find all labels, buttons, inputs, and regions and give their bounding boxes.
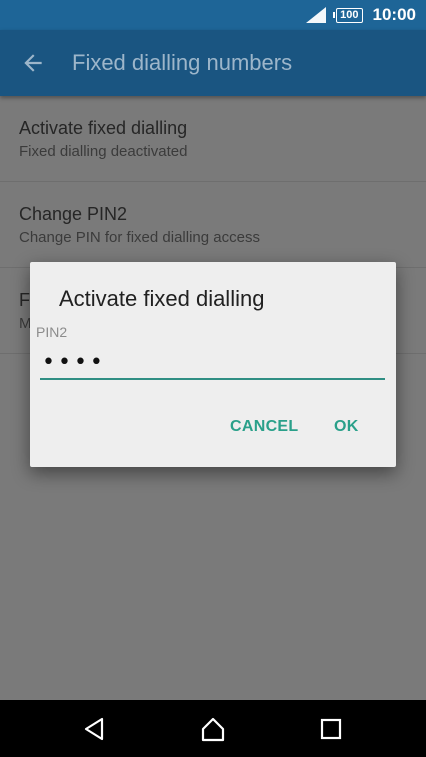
app-bar: Fixed dialling numbers xyxy=(0,30,426,96)
arrow-left-icon[interactable] xyxy=(20,50,46,76)
list-item-title: Change PIN2 xyxy=(19,204,128,224)
nav-recent-apps-icon[interactable] xyxy=(318,716,344,742)
battery-icon: 100 xyxy=(333,7,363,23)
list-item-activate-fixed-dialling[interactable]: Activate fixed dialling Fixed dialling d… xyxy=(0,96,426,182)
list-item-change-pin2[interactable]: Change PIN2 Change PIN for fixed diallin… xyxy=(0,182,426,268)
page-title: Fixed dialling numbers xyxy=(72,50,293,75)
list-item-subtitle: Fixed dialling deactivated xyxy=(19,143,188,160)
battery-level: 100 xyxy=(340,8,359,21)
cancel-button[interactable]: CANCEL xyxy=(230,418,298,436)
nav-home-icon[interactable] xyxy=(200,716,226,742)
navigation-bar xyxy=(0,700,426,757)
status-icons: 100 10:00 xyxy=(306,0,416,30)
pin2-label: PIN2 xyxy=(36,324,68,340)
pin2-input[interactable] xyxy=(40,346,385,380)
ok-button[interactable]: OK xyxy=(334,418,359,436)
activate-fixed-dialling-dialog: Activate fixed dialling PIN2 CANCEL OK xyxy=(30,262,396,467)
list-item-title: Activate fixed dialling xyxy=(19,118,188,138)
status-bar: 100 10:00 xyxy=(0,0,426,30)
dialog-title: Activate fixed dialling xyxy=(59,286,265,311)
signal-icon xyxy=(306,7,327,23)
clock: 10:00 xyxy=(372,5,416,24)
list-item-subtitle: Change PIN for fixed dialling access xyxy=(19,229,260,246)
nav-back-icon[interactable] xyxy=(82,716,108,742)
